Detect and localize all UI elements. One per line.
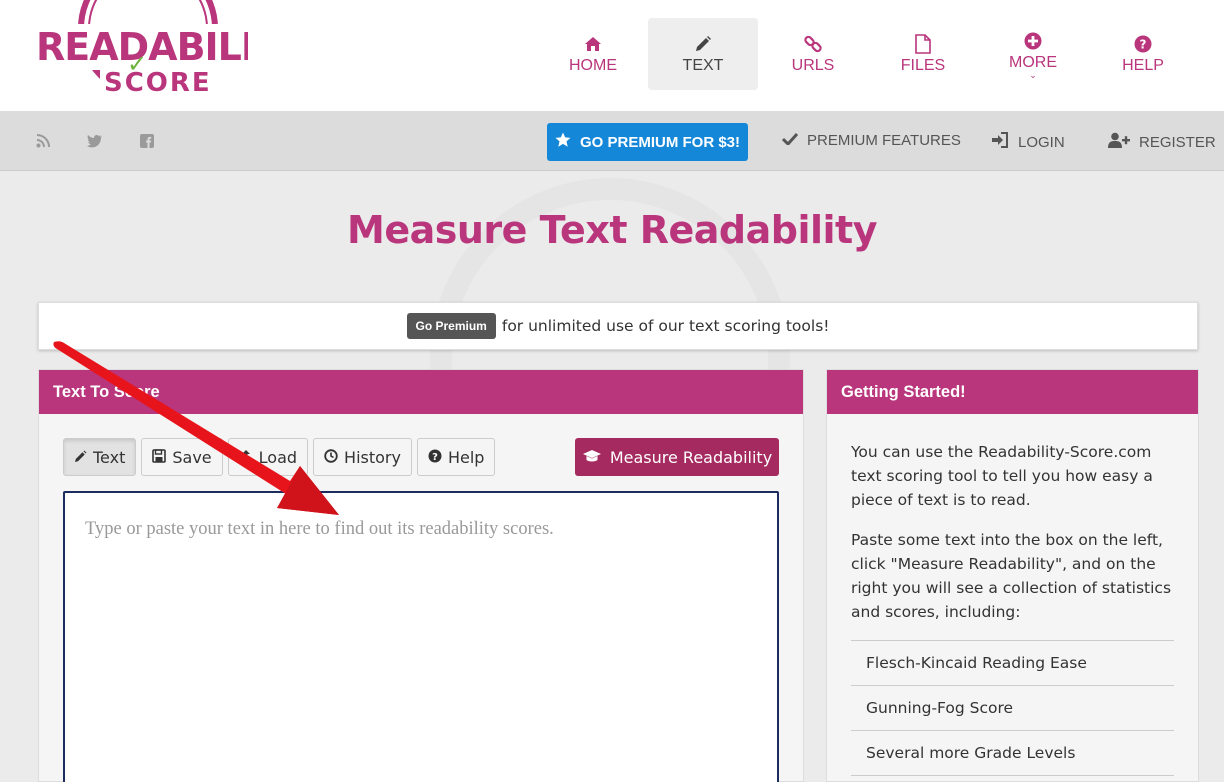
getting-started-title: Getting Started! bbox=[827, 370, 1198, 414]
floppy-disk-icon bbox=[152, 448, 167, 467]
login-label: LOGIN bbox=[1018, 133, 1065, 151]
text-to-score-panel: Text To Score Text Save Load History ? H… bbox=[38, 369, 804, 782]
site-header: READABILITY SCORE ✓ HOME TEXT URLS bbox=[0, 0, 1224, 112]
twitter-icon[interactable] bbox=[86, 132, 104, 150]
tab-load[interactable]: Load bbox=[227, 438, 309, 476]
tab-help[interactable]: ? Help bbox=[416, 438, 496, 476]
register-label: REGISTER bbox=[1139, 133, 1216, 151]
list-item: Flesch-Kincaid Reading Ease bbox=[851, 641, 1174, 686]
getting-started-panel: Getting Started! You can use the Readabi… bbox=[826, 369, 1199, 782]
premium-features-link[interactable]: PREMIUM FEATURES bbox=[781, 132, 961, 149]
facebook-icon[interactable] bbox=[138, 132, 156, 150]
nav-text[interactable]: TEXT bbox=[648, 18, 758, 90]
plus-circle-icon bbox=[1024, 29, 1042, 53]
promo-text: for unlimited use of our text scoring to… bbox=[501, 317, 830, 335]
go-premium-pill-button[interactable]: Go Premium bbox=[406, 313, 496, 339]
pencil-icon bbox=[74, 448, 87, 467]
checkmark-icon bbox=[781, 132, 799, 149]
question-circle-icon: ? bbox=[1134, 32, 1152, 56]
question-circle-icon: ? bbox=[428, 448, 442, 467]
premium-features-label: PREMIUM FEATURES bbox=[807, 132, 961, 149]
instructions-paragraph: Paste some text into the box on the left… bbox=[851, 531, 1172, 621]
tab-save-label: Save bbox=[172, 447, 212, 467]
login-link[interactable]: LOGIN bbox=[991, 132, 1065, 152]
clock-icon bbox=[324, 448, 338, 467]
nav-more[interactable]: MORE ⌄ bbox=[978, 18, 1088, 90]
nav-urls-label: URLS bbox=[791, 57, 835, 74]
pencil-icon bbox=[694, 32, 712, 56]
premium-promo-banner: Go Premium for unlimited use of our text… bbox=[38, 302, 1198, 350]
svg-text:?: ? bbox=[1140, 38, 1147, 52]
tab-load-label: Load bbox=[258, 447, 298, 467]
graduation-cap-icon bbox=[582, 448, 602, 467]
text-input-area[interactable] bbox=[63, 491, 779, 782]
sign-in-icon bbox=[991, 132, 1009, 152]
chevron-down-icon: ⌄ bbox=[1029, 71, 1037, 81]
social-links bbox=[34, 132, 156, 150]
svg-text:?: ? bbox=[432, 451, 438, 462]
text-to-score-title: Text To Score bbox=[39, 370, 803, 414]
secondary-bar: GO PREMIUM FOR $3! PREMIUM FEATURES LOGI… bbox=[0, 112, 1224, 171]
features-list: Flesch-Kincaid Reading Ease Gunning-Fog … bbox=[851, 640, 1174, 776]
nav-more-label: MORE bbox=[1009, 54, 1057, 71]
register-link[interactable]: REGISTER bbox=[1108, 132, 1216, 152]
nav-text-label: TEXT bbox=[682, 57, 724, 74]
text-toolbar: Text Save Load History ? Help bbox=[63, 438, 496, 476]
getting-started-body: You can use the Readability-Score.com te… bbox=[827, 414, 1198, 776]
upload-icon bbox=[239, 448, 253, 467]
intro-paragraph: You can use the Readability-Score.com te… bbox=[851, 443, 1153, 509]
logo-subword: SCORE bbox=[100, 68, 216, 98]
tab-history[interactable]: History bbox=[313, 438, 412, 476]
user-plus-icon bbox=[1108, 132, 1130, 152]
page-title: Measure Text Readability bbox=[347, 208, 877, 252]
rss-icon[interactable] bbox=[34, 132, 52, 150]
nav-urls[interactable]: URLS bbox=[758, 18, 868, 90]
nav-home[interactable]: HOME bbox=[538, 18, 648, 90]
nav-home-label: HOME bbox=[569, 57, 617, 74]
site-logo[interactable]: READABILITY SCORE ✓ bbox=[36, 0, 248, 112]
tab-history-label: History bbox=[344, 447, 401, 467]
nav-files[interactable]: FILES bbox=[868, 18, 978, 90]
go-premium-button[interactable]: GO PREMIUM FOR $3! bbox=[547, 123, 748, 161]
nav-files-label: FILES bbox=[900, 57, 946, 74]
file-icon bbox=[915, 32, 931, 56]
home-icon bbox=[584, 32, 602, 56]
list-item: Gunning-Fog Score bbox=[851, 686, 1174, 731]
tab-save[interactable]: Save bbox=[141, 438, 223, 476]
go-premium-label: GO PREMIUM FOR $3! bbox=[579, 133, 740, 151]
main-nav: HOME TEXT URLS FILES MORE ⌄ ? HELP bbox=[538, 18, 1198, 90]
star-icon bbox=[555, 132, 571, 152]
tab-help-label: Help bbox=[447, 447, 485, 467]
list-item: Several more Grade Levels bbox=[851, 731, 1174, 776]
measure-readability-button[interactable]: Measure Readability bbox=[575, 438, 779, 476]
logo-check-icon: ✓ bbox=[127, 50, 148, 78]
tab-text-label: Text bbox=[93, 447, 126, 467]
link-icon bbox=[803, 32, 823, 56]
measure-readability-label: Measure Readability bbox=[609, 447, 773, 467]
nav-help-label: HELP bbox=[1122, 57, 1164, 74]
nav-help[interactable]: ? HELP bbox=[1088, 18, 1198, 90]
tab-text[interactable]: Text bbox=[63, 438, 137, 476]
